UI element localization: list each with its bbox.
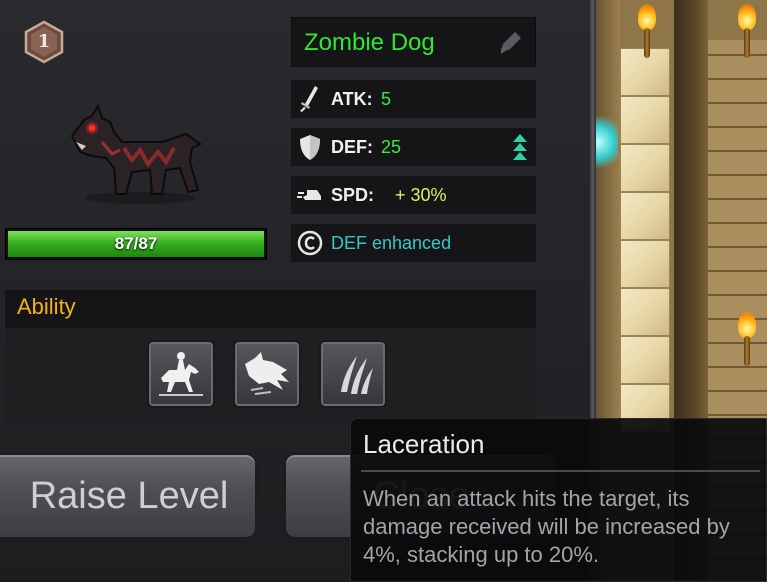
def-label: DEF:	[331, 137, 373, 157]
wolf-rush-skill[interactable]	[233, 340, 301, 408]
raise-level-label: Raise Level	[29, 475, 229, 517]
tooltip-divider	[361, 470, 760, 472]
level-number: 1	[37, 31, 51, 52]
torch-icon	[737, 4, 757, 58]
torch-icon	[737, 312, 757, 366]
shield-icon	[300, 135, 320, 160]
floor-tile	[620, 144, 670, 192]
mounted-charge-icon	[159, 352, 203, 396]
wolf-rush-icon	[245, 352, 289, 395]
def-value: 25	[381, 137, 402, 157]
unit-name-box[interactable]: Zombie Dog	[291, 17, 536, 67]
floor-tile	[620, 288, 670, 336]
raise-level-button[interactable]: Raise Level	[0, 452, 258, 540]
ability-title: Ability	[17, 294, 76, 319]
stat-up-arrows-icon	[513, 134, 527, 160]
level-badge: 1	[22, 20, 66, 64]
atk-label: ATK:	[331, 89, 373, 109]
claw-slash-icon	[341, 356, 373, 394]
floor-tile	[620, 96, 670, 144]
tooltip-description: When an attack hits the target, its dama…	[363, 486, 730, 567]
status-text: DEF enhanced	[331, 233, 452, 253]
claw-slash-skill[interactable]	[319, 340, 387, 408]
stat-def: DEF: 25	[291, 128, 536, 166]
spd-label: SPD:	[331, 185, 375, 205]
hp-text: 87/87	[114, 234, 158, 253]
stat-atk: ATK: 5	[291, 80, 536, 118]
tooltip-title: Laceration	[363, 429, 485, 459]
floor-tile	[620, 240, 670, 288]
spd-value: + 30%	[395, 185, 447, 205]
mounted-charge-skill[interactable]	[147, 340, 215, 408]
floor-tile	[620, 192, 670, 240]
speed-boot-icon	[297, 190, 321, 200]
unit-name: Zombie Dog	[304, 29, 435, 56]
torch-icon	[637, 4, 657, 58]
hp-bar: 87/87	[5, 228, 267, 260]
portal-glow	[596, 112, 618, 172]
atk-value: 5	[381, 89, 392, 109]
ability-header: Ability	[5, 290, 536, 328]
status-effect: DEF enhanced	[291, 224, 536, 262]
stat-spd: SPD: + 30%	[291, 176, 536, 214]
floor-tile	[620, 336, 670, 384]
ability-tooltip: Laceration When an attack hits the targe…	[350, 418, 767, 582]
status-swirl-icon	[297, 230, 323, 256]
sword-icon	[300, 86, 318, 112]
zombie-dog-portrait	[62, 98, 212, 208]
edit-pencil-icon[interactable]	[497, 30, 523, 56]
